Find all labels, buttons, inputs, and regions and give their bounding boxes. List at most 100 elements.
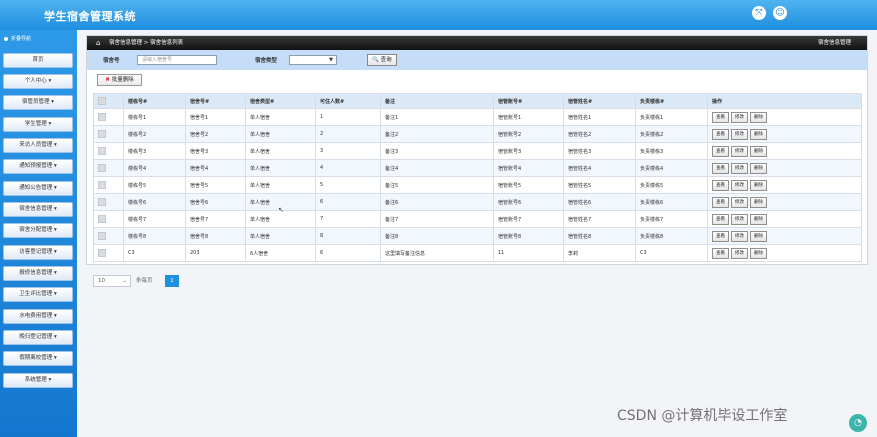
- view-button[interactable]: 查看: [712, 145, 729, 157]
- column-header[interactable]: 操作: [707, 93, 862, 109]
- table-row: 楼栋号6 宿舍号6 单人宿舍 6 备注6 宿管账号6 宿管姓名6 负责楼栋6 查看 修改 删除: [93, 193, 862, 211]
- sidebar-item-10[interactable]: 报修信息管理 ▾: [3, 266, 73, 281]
- delete-button[interactable]: 删除: [750, 247, 767, 259]
- column-header[interactable]: 备注: [380, 93, 494, 109]
- edit-button[interactable]: 修改: [731, 145, 748, 157]
- query-button[interactable]: 🔍 查询: [367, 54, 397, 66]
- table-cell: 备注4: [380, 159, 494, 177]
- view-button[interactable]: 查看: [712, 213, 729, 225]
- view-button[interactable]: 查看: [712, 196, 729, 208]
- column-header[interactable]: 可住人数#: [315, 93, 381, 109]
- table-cell: 备注3: [380, 142, 494, 160]
- sidebar-item-9[interactable]: 访客登记管理 ▾: [3, 245, 73, 260]
- delete-button[interactable]: 删除: [750, 162, 767, 174]
- user-icon[interactable]: ☺: [773, 6, 787, 20]
- sidebar-item-7[interactable]: 宿舍信息管理 ▾: [3, 202, 73, 217]
- table-row: 楼栋号7 宿舍号7 单人宿舍 7 备注7 宿管账号7 宿管姓名7 负责楼栋7 查看 修改 删除: [93, 210, 862, 228]
- page-1-button[interactable]: 1: [165, 275, 179, 287]
- dorm-no-input[interactable]: 请输入宿舍号: [137, 55, 217, 65]
- view-button[interactable]: 查看: [712, 179, 729, 191]
- edit-button[interactable]: 修改: [731, 162, 748, 174]
- dorm-type-select[interactable]: ▼: [289, 55, 337, 65]
- sidebar-item-11[interactable]: 卫生评比管理 ▾: [3, 287, 73, 302]
- batch-delete-button[interactable]: ✖ 批量删除: [97, 74, 142, 86]
- view-button[interactable]: 查看: [712, 162, 729, 174]
- sidebar-item-8[interactable]: 宿舍分配管理 ▾: [3, 223, 73, 238]
- sidebar-collapse-toggle[interactable]: 折叠导航: [4, 35, 31, 42]
- sidebar-item-13[interactable]: 晚归登记管理 ▾: [3, 330, 73, 345]
- table-cell: 6: [315, 244, 381, 262]
- row-checkbox[interactable]: [98, 198, 106, 206]
- view-button[interactable]: 查看: [712, 128, 729, 140]
- view-button[interactable]: 查看: [712, 111, 729, 123]
- sidebar-item-2[interactable]: 宿管员管理 ▾: [3, 95, 73, 110]
- sidebar-item-4[interactable]: 来访人员管理 ▾: [3, 138, 73, 153]
- row-checkbox[interactable]: [98, 164, 106, 172]
- sidebar-item-3[interactable]: 学生管理 ▾: [3, 117, 73, 132]
- edit-button[interactable]: 修改: [731, 196, 748, 208]
- delete-button[interactable]: 删除: [750, 230, 767, 242]
- table-cell: 宿管账号3: [493, 142, 564, 160]
- table-cell: 7: [315, 210, 381, 228]
- table-cell: 11: [493, 244, 564, 262]
- sidebar-item-5[interactable]: 通知预报管理 ▾: [3, 159, 73, 174]
- delete-button[interactable]: 删除: [750, 128, 767, 140]
- row-checkbox[interactable]: [98, 113, 106, 121]
- expand-icon[interactable]: ⤧: [752, 6, 766, 20]
- column-header[interactable]: 负责楼栋#: [635, 93, 708, 109]
- top-header: 学生宿舍管理系统 ⤧ ☺: [0, 0, 877, 30]
- column-header[interactable]: 宿舍号#: [185, 93, 246, 109]
- column-header[interactable]: 楼栋号#: [123, 93, 186, 109]
- table-cell: 宿舍号1: [185, 108, 246, 126]
- actions-cell: 查看 修改 删除: [707, 244, 862, 262]
- edit-button[interactable]: 修改: [731, 111, 748, 123]
- delete-button[interactable]: 删除: [750, 179, 767, 191]
- row-checkbox[interactable]: [98, 130, 106, 138]
- table-cell: 宿管姓名5: [563, 176, 636, 194]
- actions-cell: 查看 修改 删除: [707, 210, 862, 228]
- actions-cell: 查看 修改 删除: [707, 176, 862, 194]
- row-checkbox[interactable]: [98, 232, 106, 240]
- table-cell: 备注5: [380, 176, 494, 194]
- edit-button[interactable]: 修改: [731, 179, 748, 191]
- row-checkbox[interactable]: [98, 249, 106, 257]
- view-button[interactable]: 查看: [712, 230, 729, 242]
- table-cell: 楼栋号8: [123, 227, 186, 245]
- delete-button[interactable]: 删除: [750, 213, 767, 225]
- table-cell: 备注2: [380, 125, 494, 143]
- sidebar-item-15[interactable]: 系统管理 ▾: [3, 373, 73, 388]
- edit-button[interactable]: 修改: [731, 128, 748, 140]
- sidebar-item-0[interactable]: 首页: [3, 53, 73, 68]
- delete-button[interactable]: 删除: [750, 111, 767, 123]
- edit-button[interactable]: 修改: [731, 230, 748, 242]
- column-header[interactable]: 宿管姓名#: [563, 93, 636, 109]
- view-button[interactable]: 查看: [712, 247, 729, 259]
- delete-button[interactable]: 删除: [750, 145, 767, 157]
- app-title: 学生宿舍管理系统: [44, 10, 136, 23]
- column-header[interactable]: 宿管账号#: [493, 93, 564, 109]
- row-checkbox[interactable]: [98, 181, 106, 189]
- row-checkbox[interactable]: [98, 147, 106, 155]
- table-cell: 楼栋号6: [123, 193, 186, 211]
- table-cell: 6: [315, 193, 381, 211]
- page-size-select[interactable]: 10 ⌄: [93, 275, 131, 287]
- edit-button[interactable]: 修改: [731, 247, 748, 259]
- select-all-checkbox[interactable]: [98, 97, 106, 105]
- table-cell: 负责楼栋7: [635, 210, 708, 228]
- assistant-bubble-icon[interactable]: ◔: [849, 414, 867, 432]
- table-cell: 备注7: [380, 210, 494, 228]
- actions-cell: 查看 修改 删除: [707, 159, 862, 177]
- sidebar-item-14[interactable]: 假期离校管理 ▾: [3, 351, 73, 366]
- column-header[interactable]: 宿舍类型#: [245, 93, 316, 109]
- delete-button[interactable]: 删除: [750, 196, 767, 208]
- sidebar-item-6[interactable]: 通知公告管理 ▾: [3, 181, 73, 196]
- row-checkbox[interactable]: [98, 215, 106, 223]
- mouse-cursor-icon: ↖: [278, 206, 284, 214]
- home-icon[interactable]: ⌂: [96, 36, 100, 50]
- dot-icon: [4, 36, 8, 41]
- table-cell: 李莉: [563, 244, 636, 262]
- edit-button[interactable]: 修改: [731, 213, 748, 225]
- sidebar-item-12[interactable]: 水电费用管理 ▾: [3, 309, 73, 324]
- table-cell: 这里填写备注信息: [380, 244, 494, 262]
- sidebar-item-1[interactable]: 个人中心 ▾: [3, 74, 73, 89]
